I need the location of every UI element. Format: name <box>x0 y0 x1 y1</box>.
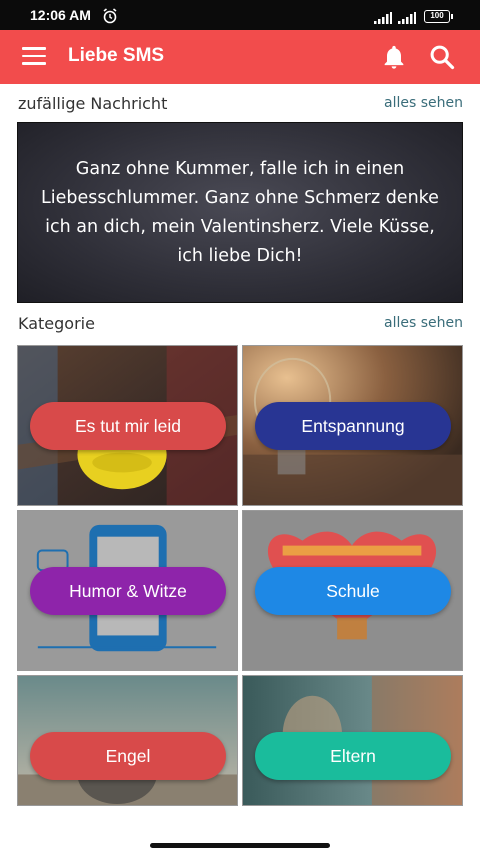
signal-icon <box>374 9 392 28</box>
see-all-link[interactable]: alles sehen <box>384 315 463 331</box>
section-title: zufällige Nachricht <box>18 94 168 113</box>
category-button[interactable]: Engel <box>30 732 226 780</box>
status-bar: 12:06 AM 100 <box>0 0 480 30</box>
category-header: Kategorie alles sehen <box>18 314 463 336</box>
status-time: 12:06 AM <box>30 7 91 23</box>
category-tile[interactable]: Schule <box>242 510 463 671</box>
menu-icon[interactable] <box>22 47 46 67</box>
category-tile[interactable]: Es tut mir leid <box>17 345 238 506</box>
battery-icon: 100 <box>424 10 453 23</box>
category-button[interactable]: Es tut mir leid <box>30 402 226 450</box>
category-tile[interactable]: Eltern <box>242 675 463 806</box>
category-button[interactable]: Schule <box>255 567 451 615</box>
app-title: Liebe SMS <box>68 45 165 66</box>
app-bar: Liebe SMS <box>0 30 480 84</box>
signal-icon <box>398 9 416 28</box>
random-message-text: Ganz ohne Kummer, falle ich in einen Lie… <box>41 158 439 266</box>
category-tile[interactable]: Engel <box>17 675 238 806</box>
category-tile[interactable]: Humor & Witze <box>17 510 238 671</box>
gesture-bar[interactable] <box>150 843 330 848</box>
search-icon[interactable] <box>428 43 456 75</box>
random-message-header: zufällige Nachricht alles sehen <box>18 94 463 116</box>
random-message-card[interactable]: Ganz ohne Kummer, falle ich in einen Lie… <box>17 122 463 303</box>
category-button[interactable]: Eltern <box>255 732 451 780</box>
section-title: Kategorie <box>18 314 95 333</box>
see-all-link[interactable]: alles sehen <box>384 95 463 111</box>
alarm-icon <box>102 8 118 28</box>
bell-icon[interactable] <box>380 43 408 75</box>
category-button[interactable]: Entspannung <box>255 402 451 450</box>
category-tile[interactable]: Entspannung <box>242 345 463 506</box>
category-button[interactable]: Humor & Witze <box>30 567 226 615</box>
